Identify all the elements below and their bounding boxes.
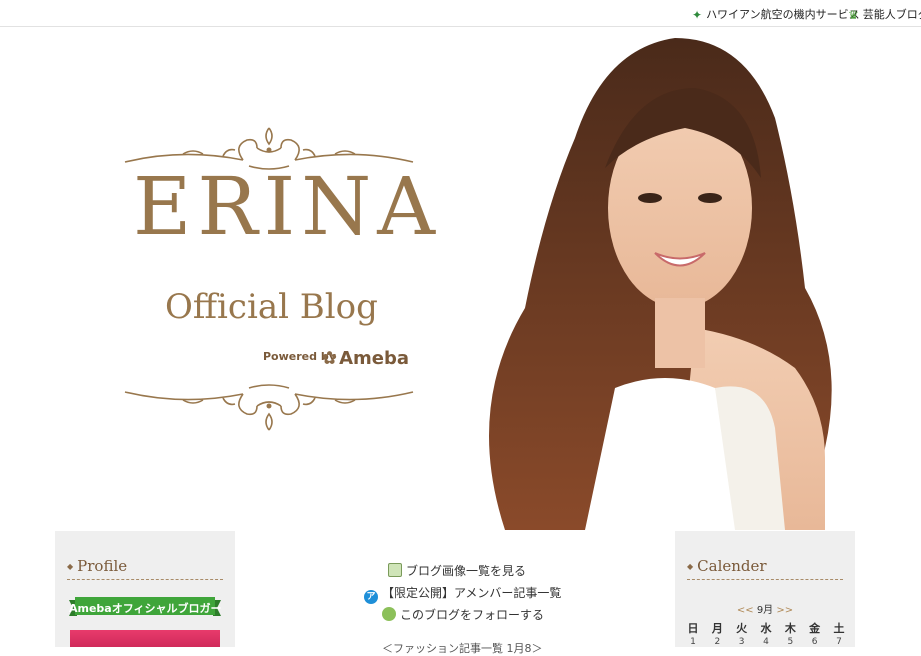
- weekday-wed: 水: [760, 622, 772, 635]
- blog-header[interactable]: ERINA Official Blog Powered by ✿ Ameba: [55, 28, 855, 530]
- calendar-weekdays: 日 月 火 水 木 金 土: [681, 620, 851, 636]
- ameba-official-blogger-badge[interactable]: Amebaオフィシャルブロガー: [69, 596, 222, 618]
- calendar-nav: << 9月 >>: [675, 601, 855, 616]
- celebrity-blog-link[interactable]: ♛芸能人ブログ: [848, 6, 921, 22]
- calendar-month: 9月: [756, 605, 774, 616]
- calendar-heading: ◆ Calender: [687, 557, 843, 580]
- calendar-sidebar: ◆ Calender << 9月 >> 日 月 火 水 木 金 土 1 2 3 4…: [675, 531, 855, 647]
- image-list-link[interactable]: ブログ画像一覧を見る: [388, 562, 526, 579]
- profile-heading: ◆ Profile: [67, 557, 223, 580]
- star-icon: ✦: [692, 8, 703, 22]
- weekday-mon: 月: [711, 622, 723, 635]
- amember-articles-link[interactable]: ア【限定公開】アメンバー記事一覧: [364, 584, 561, 604]
- follow-blog-link[interactable]: このブログをフォローする: [382, 606, 544, 623]
- crown-icon: ♛: [848, 8, 859, 22]
- image-list-icon: [388, 563, 402, 577]
- prev-month-button[interactable]: <<: [737, 605, 754, 616]
- ameba-flower-icon: ✿: [322, 348, 338, 369]
- amember-icon: ア: [364, 590, 378, 604]
- calendar-day[interactable]: 7: [827, 637, 851, 647]
- heading-bullet-icon: ◆: [687, 562, 694, 571]
- calendar-day[interactable]: 4: [754, 637, 778, 647]
- blog-subtitle: Official Blog: [165, 287, 378, 327]
- weekday-thu: 木: [784, 622, 796, 635]
- calendar-day[interactable]: 2: [705, 637, 729, 647]
- ornament-bottom: [124, 384, 414, 431]
- fashion-articles-link[interactable]: ＜ファッション記事一覧 1月8＞: [382, 640, 543, 656]
- ameba-logo: ✿ Ameba: [322, 348, 410, 369]
- blog-logo[interactable]: ERINA Official Blog Powered by ✿ Ameba: [55, 28, 485, 530]
- top-bar: ✦ハワイアン航空の機内サービス ♛芸能人ブログ: [0, 0, 921, 27]
- calendar-day[interactable]: 3: [730, 637, 754, 647]
- blog-title: ERINA: [133, 160, 442, 253]
- next-month-button[interactable]: >>: [776, 605, 793, 616]
- weekday-tue: 火: [736, 622, 748, 635]
- weekday-sat: 土: [833, 622, 845, 635]
- header-portrait-photo: [489, 38, 832, 530]
- follow-icon: [382, 607, 396, 621]
- profile-sidebar: ◆ Profile Amebaオフィシャルブロガー: [55, 531, 235, 647]
- weekday-sun: 日: [687, 622, 699, 635]
- calendar-day[interactable]: 5: [778, 637, 802, 647]
- weekday-fri: 金: [809, 622, 821, 635]
- profile-photo[interactable]: [70, 630, 220, 647]
- calendar-days: 1 2 3 4 5 6 7: [681, 637, 851, 647]
- hawaiian-airlines-link[interactable]: ✦ ハワイアン航空の機内サービス: [692, 6, 860, 22]
- calendar-day[interactable]: 6: [803, 637, 827, 647]
- heading-bullet-icon: ◆: [67, 562, 74, 571]
- calendar-day[interactable]: 1: [681, 637, 705, 647]
